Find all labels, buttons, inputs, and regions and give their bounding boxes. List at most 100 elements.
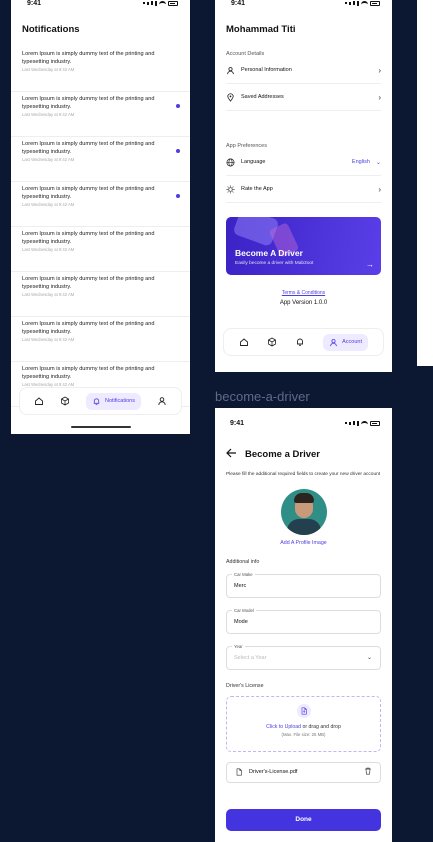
rate-app-label: Rate the App	[241, 186, 273, 192]
status-bar: 9:41	[215, 0, 392, 10]
bell-icon	[93, 397, 100, 405]
bell-icon[interactable]	[295, 337, 305, 347]
partial-screen	[417, 0, 433, 366]
nav-account-label: Account	[342, 339, 362, 345]
add-profile-image-link[interactable]: Add A Profile Image	[215, 540, 392, 546]
uploaded-file-row: Driver's-License.pdf	[226, 761, 381, 783]
terms-link[interactable]: Terms & Conditions	[215, 290, 392, 296]
upload-file-icon	[296, 703, 311, 718]
become-driver-screen: 9:41 Become a Driver Please fill the add…	[215, 408, 392, 842]
list-item[interactable]: Lorem Ipsum is simply dummy text of the …	[11, 92, 190, 137]
notification-time: Last Wednesday at 9:42 AM	[22, 157, 75, 162]
battery-icon	[370, 0, 380, 6]
notification-time: Last Wednesday at 9:42 AM	[22, 247, 75, 252]
page-title: Notifications	[22, 24, 80, 35]
notification-time: Last Wednesday at 9:42 AM	[22, 112, 75, 117]
user-icon	[227, 66, 234, 74]
personal-info-row[interactable]: Personal Information ›	[226, 57, 381, 84]
car-model-label: Car Model	[232, 607, 256, 613]
bottom-nav: Account	[223, 328, 384, 356]
file-name: Driver's-License.pdf	[249, 769, 298, 775]
status-icons	[143, 0, 178, 6]
nav-notifications-label: Notifications	[105, 398, 135, 404]
car-make-input[interactable]: Merc	[234, 583, 246, 589]
chevron-right-icon: ›	[378, 184, 381, 194]
avatar[interactable]	[280, 488, 327, 535]
notification-text: Lorem Ipsum is simply dummy text of the …	[22, 321, 155, 335]
globe-icon	[226, 158, 235, 166]
home-icon[interactable]	[239, 337, 249, 347]
user-icon[interactable]	[157, 396, 167, 406]
home-indicator	[70, 426, 131, 428]
back-arrow-icon[interactable]	[226, 445, 237, 463]
user-icon	[330, 338, 337, 346]
wifi-icon	[159, 0, 166, 6]
language-row[interactable]: Language English ⌄	[226, 149, 381, 176]
trash-icon[interactable]	[364, 767, 372, 777]
status-bar: 9:41	[11, 0, 190, 10]
drivers-license-heading: Driver's License	[226, 682, 264, 689]
notification-time: Last Wednesday at 9:42 AM	[22, 337, 75, 342]
package-icon[interactable]	[267, 337, 277, 347]
intro-text: Please fill the additional required fiel…	[226, 472, 381, 477]
unread-dot	[176, 194, 180, 198]
personal-info-label: Personal Information	[241, 67, 292, 73]
arrow-right-icon: →	[366, 260, 374, 269]
rate-app-row[interactable]: Rate the App ›	[226, 176, 381, 203]
status-time: 9:41	[230, 419, 245, 427]
upload-size-limit: (Max. File size: 25 MB)	[281, 731, 326, 737]
car-make-field[interactable]: Car Make Merc	[226, 571, 381, 598]
notification-text: Lorem Ipsum is simply dummy text of the …	[22, 141, 155, 155]
sun-icon	[226, 184, 235, 194]
battery-icon	[168, 0, 178, 6]
click-to-upload-link[interactable]: Click to Upload	[266, 724, 301, 730]
unread-dot	[176, 104, 180, 108]
notifications-screen: 9:41 Notifications Lorem Ipsum is simply…	[11, 0, 190, 434]
notification-text: Lorem Ipsum is simply dummy text of the …	[22, 186, 155, 200]
notification-text: Lorem Ipsum is simply dummy text of the …	[22, 366, 155, 380]
nav-account[interactable]: Account	[323, 333, 368, 351]
year-label: Year	[232, 643, 245, 649]
file-icon	[236, 768, 242, 776]
saved-addresses-row[interactable]: Saved Addresses ›	[226, 84, 381, 111]
list-item[interactable]: Lorem Ipsum is simply dummy text of the …	[11, 317, 190, 362]
car-model-input[interactable]: Mode	[234, 619, 248, 625]
status-time: 9:41	[231, 0, 246, 7]
page-title: Become a Driver	[245, 448, 320, 460]
status-bar: 9:41	[215, 416, 392, 430]
list-item[interactable]: Lorem Ipsum is simply dummy text of the …	[11, 47, 190, 92]
nav-notifications[interactable]: Notifications	[86, 392, 141, 410]
list-item[interactable]: Lorem Ipsum is simply dummy text of the …	[11, 182, 190, 227]
chevron-right-icon: ›	[378, 65, 381, 75]
package-icon[interactable]	[60, 396, 70, 406]
notification-time: Last Wednesday at 9:42 AM	[22, 67, 75, 72]
saved-addresses-label: Saved Addresses	[241, 94, 284, 100]
car-model-field[interactable]: Car Model Mode	[226, 607, 381, 634]
unread-dot	[176, 149, 180, 153]
upload-hint: or drag and drop	[301, 723, 341, 730]
battery-icon	[370, 420, 380, 426]
notification-text: Lorem Ipsum is simply dummy text of the …	[22, 96, 155, 110]
notification-list: Lorem Ipsum is simply dummy text of the …	[11, 47, 190, 407]
wifi-icon	[361, 0, 368, 6]
notification-text: Lorem Ipsum is simply dummy text of the …	[22, 276, 155, 290]
list-item[interactable]: Lorem Ipsum is simply dummy text of the …	[11, 137, 190, 182]
app-version: App Version 1.0.0	[279, 300, 328, 306]
year-select[interactable]: Year Select a Year ⌄	[226, 643, 381, 670]
language-value: English	[351, 159, 370, 165]
done-button[interactable]: Done	[226, 808, 381, 831]
become-driver-card[interactable]: Become A Driver Easily become a driver w…	[226, 217, 381, 275]
car-make-label: Car Make	[232, 571, 255, 577]
license-upload-area[interactable]: Click to Upload or drag and drop (Max. F…	[226, 695, 381, 752]
notification-text: Lorem Ipsum is simply dummy text of the …	[22, 51, 155, 65]
list-item[interactable]: Lorem Ipsum is simply dummy text of the …	[11, 272, 190, 317]
notification-time: Last Wednesday at 9:42 AM	[22, 202, 75, 207]
home-icon[interactable]	[34, 396, 44, 406]
bottom-nav: Notifications	[19, 387, 182, 415]
status-icons	[345, 0, 380, 6]
chevron-down-icon: ⌄	[366, 654, 372, 661]
list-item[interactable]: Lorem Ipsum is simply dummy text of the …	[11, 227, 190, 272]
status-time: 9:41	[27, 0, 42, 7]
notification-text: Lorem Ipsum is simply dummy text of the …	[22, 231, 155, 245]
map-pin-icon	[227, 92, 234, 102]
